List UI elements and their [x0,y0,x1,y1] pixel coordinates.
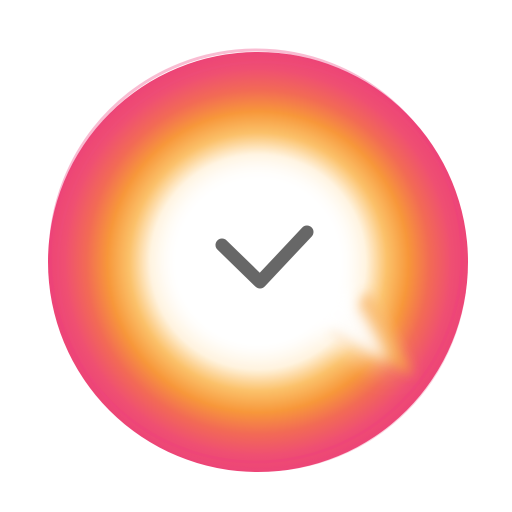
chat-check-icon [48,48,468,472]
app-icon-canvas [0,0,512,512]
speech-bubble [180,180,336,336]
